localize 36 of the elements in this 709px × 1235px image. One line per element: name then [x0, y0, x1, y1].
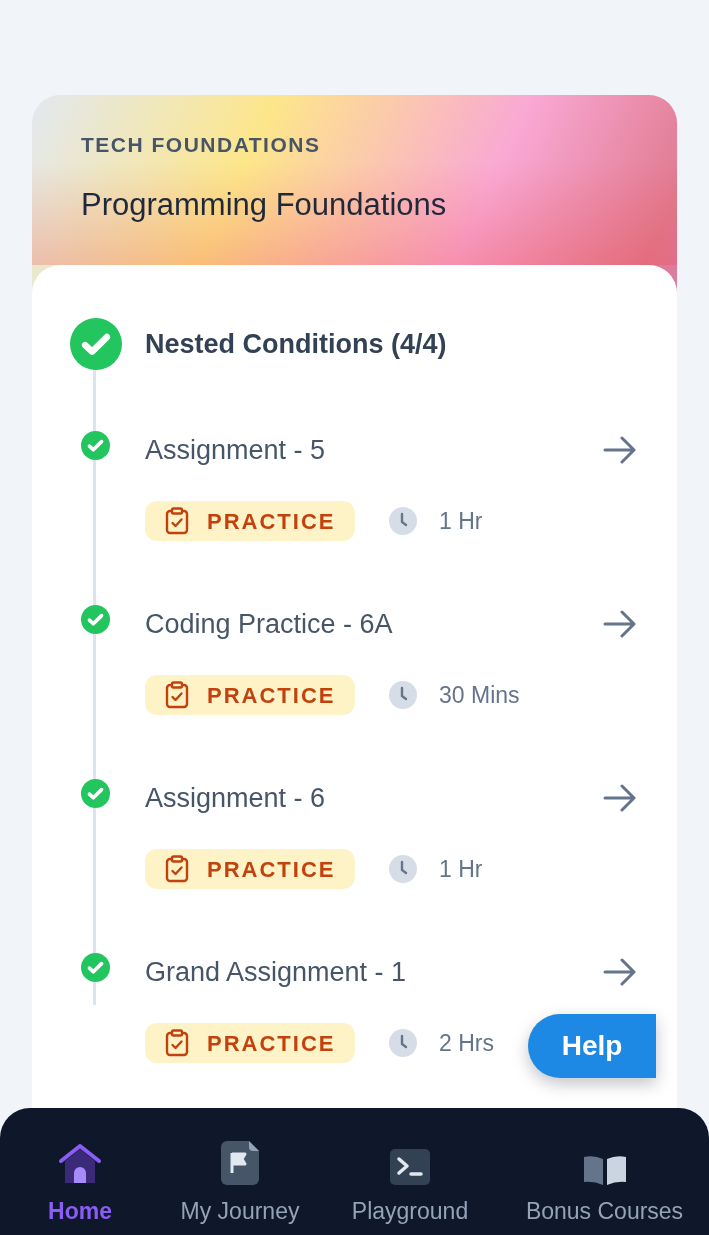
clock-icon: [389, 1029, 417, 1057]
nav-tab[interactable]: Bonus Courses: [500, 1139, 709, 1225]
tag-label: PRACTICE: [207, 507, 336, 536]
arrow-right-icon[interactable]: [603, 436, 637, 464]
nav-tab[interactable]: Playground: [320, 1139, 500, 1225]
course-category: TECH FOUNDATIONS: [81, 132, 322, 158]
module-title: Nested Conditions (4/4): [145, 327, 447, 361]
duration-label: 30 Mins: [439, 680, 520, 710]
tag-label: PRACTICE: [207, 681, 336, 710]
arrow-right-icon[interactable]: [603, 784, 637, 812]
duration-label: 1 Hr: [439, 506, 483, 536]
lesson-title[interactable]: Coding Practice - 6A: [145, 603, 393, 645]
course-title: Programming Foundations: [81, 186, 448, 224]
clipboard-check-icon: [165, 855, 189, 883]
lesson-title[interactable]: Assignment - 6: [145, 777, 326, 819]
tag-label: PRACTICE: [207, 1029, 336, 1058]
clipboard-check-icon: [165, 1029, 189, 1057]
lesson-title[interactable]: Assignment - 5: [145, 429, 326, 471]
clipboard-check-icon: [165, 507, 189, 535]
duration-label: 2 Hrs: [439, 1028, 494, 1058]
house-icon: [57, 1143, 103, 1185]
clock-icon: [389, 855, 417, 883]
open-book-icon: [583, 1155, 626, 1185]
clock-icon: [389, 681, 417, 709]
nav-tab[interactable]: My Journey: [160, 1139, 320, 1225]
help-button[interactable]: Help: [528, 1014, 656, 1078]
flag-document-icon: [221, 1141, 259, 1185]
tag-label: PRACTICE: [207, 855, 336, 884]
terminal-icon: [390, 1149, 430, 1185]
duration-label: 1 Hr: [439, 854, 483, 884]
clock-icon: [389, 507, 417, 535]
arrow-right-icon[interactable]: [603, 610, 637, 638]
lesson-title[interactable]: Grand Assignment - 1: [145, 951, 407, 993]
clipboard-check-icon: [165, 681, 189, 709]
nav-tab[interactable]: Home: [0, 1139, 160, 1225]
arrow-right-icon[interactable]: [603, 958, 637, 986]
